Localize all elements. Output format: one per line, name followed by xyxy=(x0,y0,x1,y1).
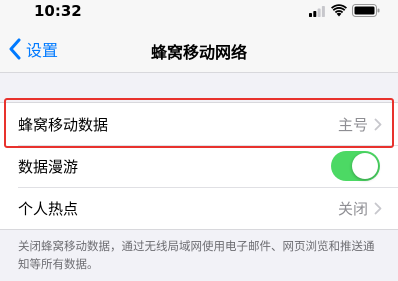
data-roaming-toggle[interactable] xyxy=(331,151,380,181)
navigation-bar: 设置 蜂窝移动网络 xyxy=(0,26,398,73)
cellular-data-value: 主号 xyxy=(337,115,368,134)
toggle-knob xyxy=(352,153,378,179)
status-time: 10:32 xyxy=(34,2,82,20)
battery-icon xyxy=(352,4,380,17)
cellular-data-label: 蜂窝移动数据 xyxy=(18,115,109,134)
data-roaming-row: 数据漫游 xyxy=(0,145,398,187)
personal-hotspot-row[interactable]: 个人热点 关闭 xyxy=(0,187,398,229)
personal-hotspot-value: 关闭 xyxy=(337,199,368,218)
chevron-right-icon xyxy=(374,118,382,130)
footer-note: 关闭蜂窝移动数据，通过无线局域网使用电子邮件、网页浏览和推送通知等所有数据。 xyxy=(18,239,375,271)
data-roaming-label: 数据漫游 xyxy=(18,157,79,176)
wifi-icon xyxy=(331,4,347,17)
signal-icon xyxy=(309,6,325,17)
page-title: 蜂窝移动网络 xyxy=(150,43,247,62)
cellular-settings-screen: 10:32 设置 蜂窝移动网络 蜂窝移动数据 主号 数据漫游 个人热点 关闭 关… xyxy=(0,0,398,281)
status-bar: 10:32 xyxy=(0,0,398,26)
cellular-data-row[interactable]: 蜂窝移动数据 主号 xyxy=(0,103,398,145)
personal-hotspot-label: 个人热点 xyxy=(18,199,79,218)
chevron-right-icon xyxy=(374,202,382,214)
cellular-settings-list: 蜂窝移动数据 主号 数据漫游 个人热点 关闭 xyxy=(0,102,398,230)
